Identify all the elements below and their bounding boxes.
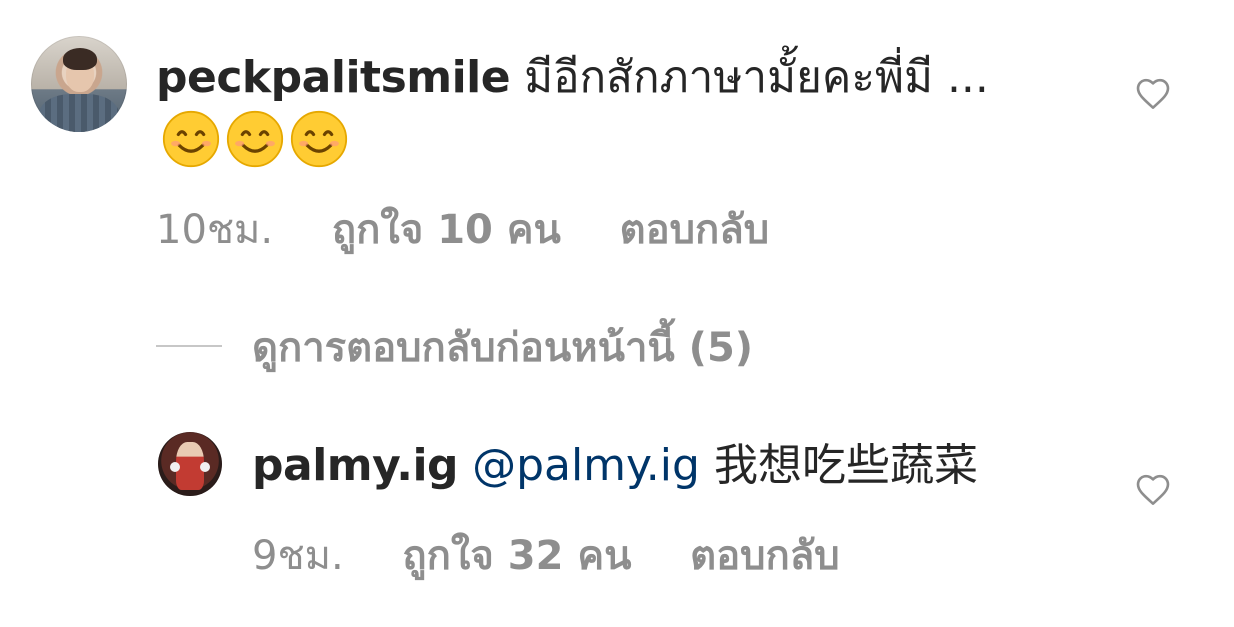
reply-meta: 9ชม. ถูกใจ 32 คน ตอบกลับ [252, 530, 886, 582]
avatar[interactable] [158, 432, 222, 496]
avatar[interactable] [31, 36, 127, 132]
smiling-face-emoji-icon [162, 110, 220, 168]
comment-item: peckpalitsmile มีอีกสักภาษามั้ยคะพี่มี .… [0, 0, 1234, 280]
comment-time: 10ชม. [156, 207, 274, 253]
avatar-shirt [39, 94, 119, 132]
mention-link[interactable]: @palmy.ig [472, 440, 700, 491]
reply-text: 我想吃些蔬菜 [713, 440, 978, 491]
comment-username[interactable]: peckpalitsmile [156, 52, 511, 103]
smiling-face-emoji-icon [290, 110, 348, 168]
divider-line [156, 345, 222, 347]
avatar-detail [170, 462, 180, 472]
like-count[interactable]: ถูกใจ 10 คน [332, 207, 561, 253]
reply-time: 9ชม. [252, 533, 344, 579]
reply-button[interactable]: ตอบกลับ [620, 207, 770, 253]
avatar-detail [200, 462, 210, 472]
view-replies-label: ดูการตอบกลับก่อนหน้านี้ (5) [252, 325, 754, 371]
emoji-group [156, 110, 348, 168]
reply-username[interactable]: palmy.ig [252, 440, 459, 491]
comment-meta: 10ชม. ถูกใจ 10 คน ตอบกลับ [156, 204, 815, 256]
avatar-hair [63, 48, 97, 70]
heart-outline-icon[interactable] [1134, 472, 1172, 506]
heart-outline-icon[interactable] [1134, 76, 1172, 110]
comment-body: peckpalitsmile มีอีกสักภาษามั้ยคะพี่มี .… [156, 46, 1016, 174]
reply-button[interactable]: ตอบกลับ [690, 533, 840, 579]
like-count[interactable]: ถูกใจ 32 คน [402, 533, 631, 579]
comment-text: มีอีกสักภาษามั้ยคะพี่มี ... [524, 52, 989, 103]
smiling-face-emoji-icon [226, 110, 284, 168]
reply-body: palmy.ig @palmy.ig 我想吃些蔬菜 [252, 434, 1112, 498]
